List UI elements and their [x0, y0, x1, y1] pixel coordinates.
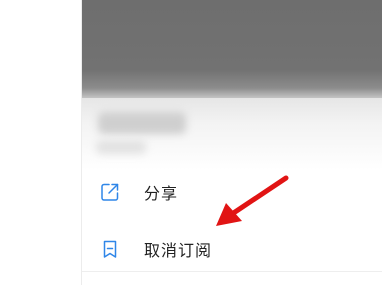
blurred-subtitle [96, 140, 146, 154]
red-arrow-annotation [216, 175, 289, 226]
share-icon [100, 182, 120, 202]
share-label: 分享 [144, 184, 179, 203]
bookmark-icon [100, 239, 120, 259]
blurred-header-card [82, 98, 382, 170]
unsubscribe-label: 取消订阅 [144, 241, 213, 260]
screen: 分享 取消订阅 [0, 0, 382, 285]
bottom-divider [82, 271, 382, 272]
blurred-title [98, 112, 186, 134]
blurred-banner-image [82, 0, 382, 100]
